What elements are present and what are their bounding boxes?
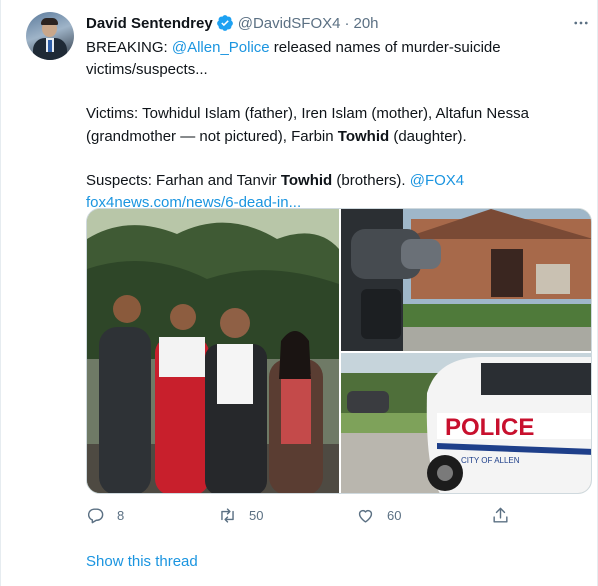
police-city-text: CITY OF ALLEN [461,456,520,465]
tweet-card[interactable]: David Sentendrey @DavidSFOX4 · 20h BREAK… [0,0,598,586]
share-icon [493,507,508,523]
tweet-actions: 8 50 60 [86,506,516,526]
reply-icon [87,508,104,524]
avatar[interactable] [26,12,74,60]
show-thread-link[interactable]: Show this thread [86,553,198,570]
photo-family[interactable] [87,209,339,493]
mention-fox4[interactable]: @FOX4 [410,172,464,189]
retweet-button[interactable]: 50 [218,506,263,525]
author-name[interactable]: David Sentendrey [86,15,213,32]
like-count: 60 [387,508,402,523]
like-button[interactable]: 60 [356,506,401,525]
retweet-icon [221,508,234,523]
photo-police-car[interactable]: POLICE CITY OF ALLEN [341,353,591,493]
reply-button[interactable]: 8 [86,506,124,525]
more-icon [574,21,588,25]
photo-scene-camera[interactable] [341,209,591,351]
tweet-header: David Sentendrey @DavidSFOX4 · 20h [86,13,379,33]
mention-allen-police[interactable]: @Allen_Police [172,39,270,56]
police-text: POLICE [445,414,534,441]
author-handle[interactable]: @DavidSFOX4 [238,15,341,32]
share-button[interactable] [491,506,510,525]
separator: · [344,14,350,32]
verified-badge-icon [216,15,233,31]
retweet-count: 50 [249,508,264,523]
tweet-time[interactable]: 20h [353,15,378,32]
tweet-text: BREAKING: @Allen_Police released names o… [86,39,529,212]
media-grid: POLICE CITY OF ALLEN [86,208,592,494]
reply-count: 8 [117,508,125,523]
like-icon [358,509,373,523]
more-button[interactable] [570,12,592,34]
